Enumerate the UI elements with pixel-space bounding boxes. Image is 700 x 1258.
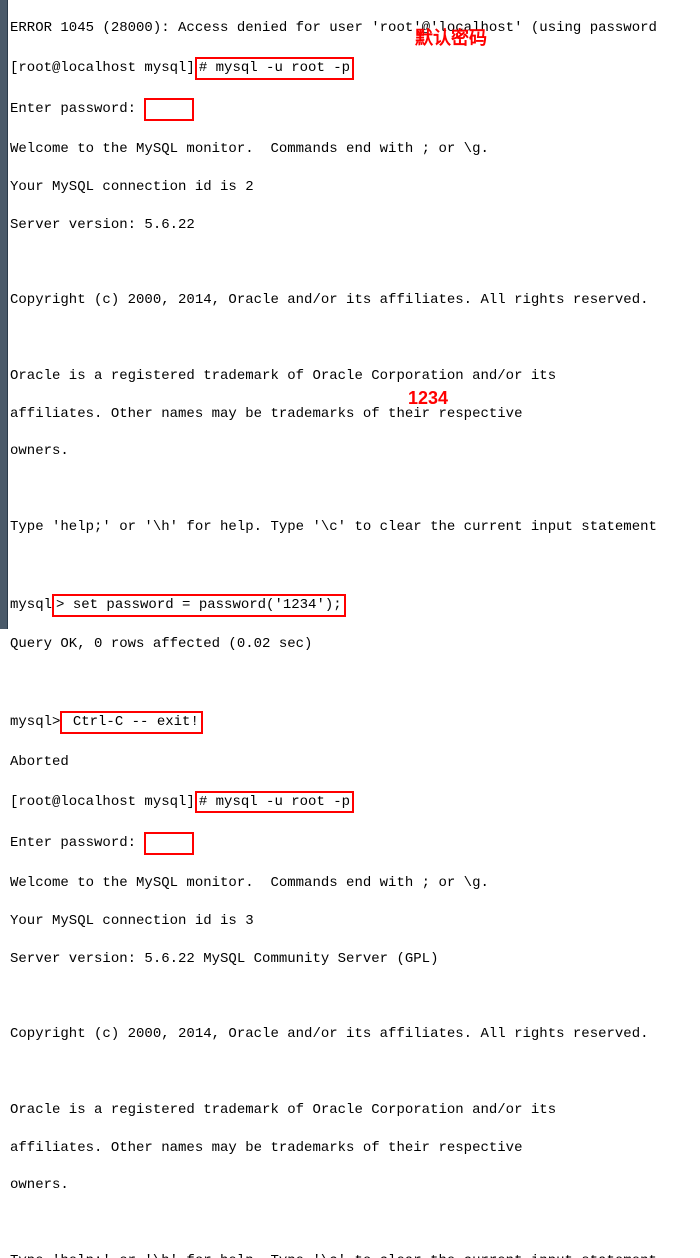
mysql-cmd-line[interactable]: mysql> set password = password('1234');: [10, 594, 700, 617]
conn-id-line: Your MySQL connection id is 2: [10, 178, 700, 197]
highlight-mysql-login-1: # mysql -u root -p: [195, 57, 354, 80]
mysql-exit-line: mysql> Ctrl-C -- exit!: [10, 711, 700, 734]
password-prompt: Enter password:: [10, 101, 136, 117]
password-prompt-line-2: Enter password:: [10, 832, 700, 855]
password-prompt-line: Enter password:: [10, 98, 700, 121]
trademark-line-2b: affiliates. Other names may be trademark…: [10, 1139, 700, 1158]
shell-prompt: [root@localhost mysql]: [10, 60, 195, 76]
highlight-password-empty-1: [144, 98, 194, 121]
blank-line: [10, 556, 700, 575]
blank-line: [10, 329, 700, 348]
highlight-set-password: > set password = password('1234');: [52, 594, 346, 617]
trademark-line-1: Oracle is a registered trademark of Orac…: [10, 367, 700, 386]
conn-id-line-2: Your MySQL connection id is 3: [10, 912, 700, 931]
annotation-1234: 1234: [408, 386, 448, 410]
highlight-password-empty-2: [144, 832, 194, 855]
shell-prompt: [root@localhost mysql]: [10, 794, 195, 810]
highlight-mysql-login-2: # mysql -u root -p: [195, 791, 354, 814]
aborted-line: Aborted: [10, 753, 700, 772]
welcome-line-2: Welcome to the MySQL monitor. Commands e…: [10, 874, 700, 893]
password-prompt: Enter password:: [10, 835, 136, 851]
welcome-line: Welcome to the MySQL monitor. Commands e…: [10, 140, 700, 159]
highlight-ctrl-c-exit: Ctrl-C -- exit!: [60, 711, 202, 734]
server-version-line: Server version: 5.6.22: [10, 216, 700, 235]
shell-prompt-line: [root@localhost mysql]# mysql -u root -p: [10, 57, 700, 80]
error-line: ERROR 1045 (28000): Access denied for us…: [10, 19, 700, 38]
copyright-line-2: Copyright (c) 2000, 2014, Oracle and/or …: [10, 1025, 700, 1044]
shell-prompt-line-2: [root@localhost mysql]# mysql -u root -p: [10, 791, 700, 814]
trademark-line-2: affiliates. Other names may be trademark…: [10, 405, 700, 424]
trademark-line-3: owners.: [10, 442, 700, 461]
annotation-default-password: 默认密码: [415, 26, 487, 50]
blank-line: [10, 673, 700, 692]
server-version-line-2: Server version: 5.6.22 MySQL Community S…: [10, 950, 700, 969]
copyright-line: Copyright (c) 2000, 2014, Oracle and/or …: [10, 291, 700, 310]
help-line: Type 'help;' or '\h' for help. Type '\c'…: [10, 518, 700, 537]
help-line-2: Type 'help;' or '\h' for help. Type '\c'…: [10, 1252, 700, 1258]
blank-line: [10, 1214, 700, 1233]
query-ok-line: Query OK, 0 rows affected (0.02 sec): [10, 635, 700, 654]
trademark-line-3b: owners.: [10, 1176, 700, 1195]
mysql-prompt: mysql: [10, 597, 52, 613]
blank-line: [10, 480, 700, 499]
mysql-prompt: mysql>: [10, 714, 60, 730]
blank-line: [10, 987, 700, 1006]
blank-line: [10, 254, 700, 273]
trademark-line-1b: Oracle is a registered trademark of Orac…: [10, 1101, 700, 1120]
terminal-output: ERROR 1045 (28000): Access denied for us…: [10, 0, 700, 1258]
blank-line: [10, 1063, 700, 1082]
editor-gutter: [0, 0, 8, 629]
